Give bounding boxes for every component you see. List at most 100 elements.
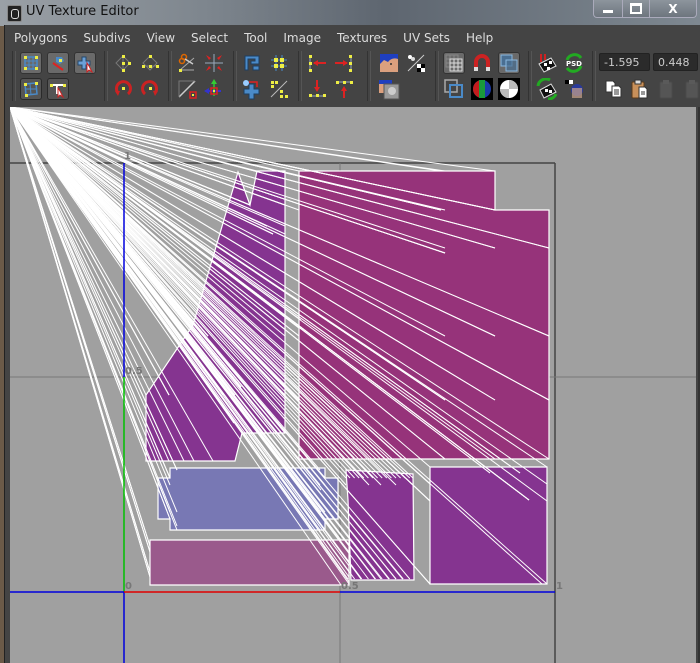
large-square-shell[interactable] (298, 170, 550, 460)
toolbar-separator[interactable] (233, 51, 237, 101)
toolbar-separator[interactable] (435, 51, 439, 101)
align-max-u-button[interactable] (333, 52, 355, 74)
toolbar-separator[interactable] (12, 51, 16, 101)
toolbar-separator[interactable] (528, 51, 532, 101)
maximize-icon (630, 3, 642, 14)
paste-v-icon (685, 80, 699, 99)
paste-uvs-button[interactable] (629, 78, 651, 100)
svg-text:PSD: PSD (566, 60, 582, 68)
flip-v-button[interactable] (139, 52, 161, 74)
unfold-button[interactable] (241, 78, 263, 100)
toolbar-separator[interactable] (168, 51, 172, 101)
uv-lattice-button[interactable] (20, 52, 42, 74)
checker-image-icon (565, 80, 583, 98)
checker-image-button[interactable] (563, 78, 585, 100)
select-edge-loop-button[interactable] (47, 78, 69, 100)
update-psd-icon: PSD (565, 53, 583, 73)
align-max-v-icon (336, 81, 353, 98)
rgb-channels-button[interactable] (471, 78, 493, 100)
menu-select[interactable]: Select (182, 27, 235, 49)
image-ranges-icon (538, 54, 557, 73)
paste-u-button[interactable] (655, 78, 677, 100)
toggle-grid-icon (445, 54, 463, 72)
uv-canvas[interactable]: 1 0.5 0 0.5 1 (10, 107, 696, 663)
paste-u-icon (659, 80, 673, 99)
menu-bar: Polygons Subdivs View Select Tool Image … (5, 27, 700, 49)
move-uv-shell-button[interactable] (47, 52, 69, 74)
align-min-u-button[interactable] (306, 52, 328, 74)
display-image-icon (380, 54, 398, 72)
uv-smudge-icon (24, 82, 38, 97)
rotate-cw-button[interactable] (139, 78, 161, 100)
shaded-uv-button[interactable] (498, 52, 520, 74)
uv-smudge-button[interactable] (20, 78, 42, 100)
refresh-button[interactable] (536, 78, 558, 100)
rotate-ccw-button[interactable] (112, 78, 134, 100)
layout-uvs-button[interactable] (241, 52, 263, 74)
toolbar-separator[interactable] (104, 51, 108, 101)
select-shell-button[interactable] (74, 52, 96, 74)
cut-uv-edges-button[interactable] (176, 52, 198, 74)
menu-subdivs[interactable]: Subdivs (74, 27, 137, 49)
sew-uv-edges-button[interactable] (203, 52, 225, 74)
toggle-grid-button[interactable] (443, 52, 465, 74)
checker-filter-button[interactable] (405, 52, 427, 74)
image-ranges-button[interactable] (536, 52, 558, 74)
align-uvs-button[interactable] (268, 78, 290, 100)
display-image-button[interactable] (378, 52, 400, 74)
uv-shells (10, 107, 550, 586)
long-strip-shell[interactable] (149, 539, 350, 586)
dim-image-icon (379, 80, 400, 100)
copy-uvs-icon (605, 80, 622, 98)
menu-tool[interactable]: Tool (235, 27, 274, 49)
maximize-button[interactable] (623, 0, 650, 17)
menu-view[interactable]: View (138, 27, 182, 49)
copy-uvs-button[interactable] (603, 78, 625, 100)
close-button[interactable]: X (650, 0, 696, 17)
menu-help[interactable]: Help (457, 27, 500, 49)
window-title: UV Texture Editor (26, 4, 139, 19)
texture-borders-button[interactable] (443, 78, 465, 100)
layout-uvs-icon (244, 55, 260, 71)
align-min-u-icon (309, 55, 326, 72)
toolbar-separator[interactable] (367, 51, 371, 101)
axis-label-u05: 0.5 (341, 581, 359, 592)
axis-label-v05: 0.5 (125, 366, 143, 377)
unfold-icon (243, 80, 260, 100)
update-psd-button[interactable]: PSD (563, 52, 585, 74)
align-max-v-button[interactable] (333, 78, 355, 100)
split-uvs-icon (178, 80, 197, 99)
toolbar-separator[interactable] (298, 51, 302, 101)
snap-grid-icon (271, 55, 287, 71)
move-component-button[interactable] (203, 78, 225, 100)
minimize-button[interactable] (594, 0, 623, 17)
u-value-field[interactable] (599, 53, 650, 71)
snap-grid-button[interactable] (268, 52, 290, 74)
paste-v-button[interactable] (681, 78, 700, 100)
menu-image[interactable]: Image (274, 27, 328, 49)
menu-uv-sets[interactable]: UV Sets (394, 27, 457, 49)
cut-uv-edges-icon (178, 53, 195, 72)
pixel-snap-button[interactable] (471, 52, 493, 74)
align-min-v-button[interactable] (306, 78, 328, 100)
dim-image-button[interactable] (378, 78, 400, 100)
toolbar-separator[interactable] (592, 51, 596, 101)
move-uv-shell-icon (52, 57, 64, 71)
alpha-channel-button[interactable] (498, 78, 520, 100)
menu-polygons[interactable]: Polygons (5, 27, 74, 49)
axis-label-u1: 1 (556, 581, 563, 592)
menu-textures[interactable]: Textures (328, 27, 394, 49)
small-square-shell[interactable] (429, 466, 548, 585)
uv-lattice-icon (24, 56, 38, 70)
v-value-field[interactable] (653, 53, 698, 71)
rgb-channels-icon (471, 78, 493, 100)
alpha-channel-icon (498, 78, 520, 100)
minimize-icon (603, 10, 613, 13)
split-uvs-button[interactable] (176, 78, 198, 100)
maya-app-icon (7, 5, 22, 22)
flip-u-button[interactable] (112, 52, 134, 74)
flip-u-icon (115, 55, 131, 72)
uv-editor-viewport[interactable]: 1 0.5 0 0.5 1 (10, 107, 696, 663)
rotate-ccw-icon (115, 80, 132, 96)
select-shell-icon (77, 56, 94, 73)
